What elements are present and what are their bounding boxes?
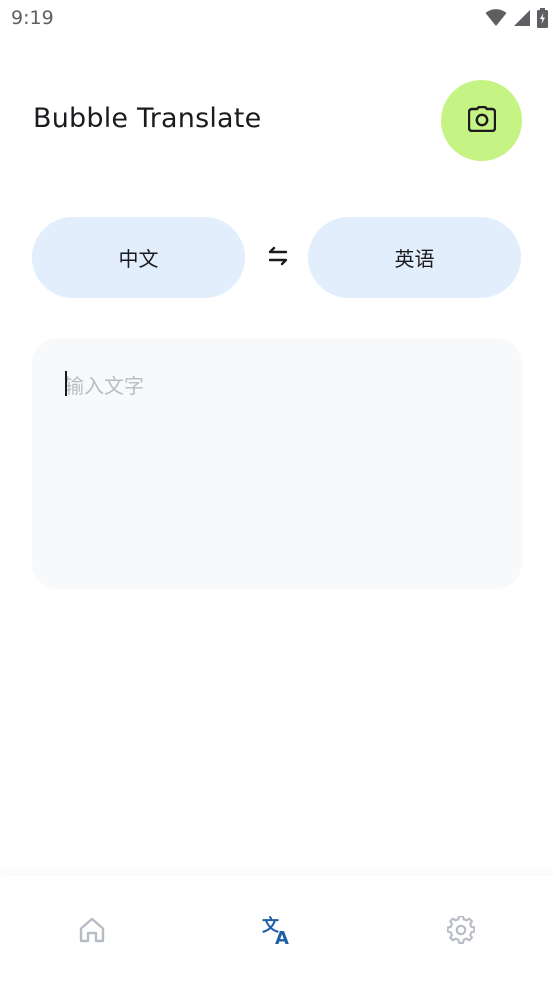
signal-icon — [513, 9, 531, 27]
target-language-label: 英语 — [394, 247, 435, 271]
source-text-input[interactable] — [64, 370, 494, 560]
camera-button[interactable] — [441, 80, 522, 161]
input-card — [32, 338, 522, 589]
svg-text:A: A — [275, 928, 289, 946]
wifi-icon — [485, 9, 507, 27]
text-caret — [65, 371, 67, 396]
nav-home[interactable] — [72, 912, 112, 952]
swap-arrows-icon — [267, 246, 289, 270]
status-time: 9:19 — [11, 7, 54, 29]
bottom-navigation: 文 A — [0, 876, 554, 984]
source-language-button[interactable]: 中文 — [32, 217, 245, 298]
battery-charging-icon — [537, 8, 548, 28]
camera-icon — [467, 105, 496, 136]
gear-icon — [446, 915, 476, 948]
swap-languages-button[interactable] — [262, 242, 294, 274]
home-icon — [78, 916, 106, 948]
translate-screen: 9:19 Bubble Translate 中文 英语 输入文字 文 A — [0, 0, 554, 984]
status-bar: 9:19 — [0, 0, 554, 40]
target-language-button[interactable]: 英语 — [308, 217, 521, 298]
source-language-label: 中文 — [118, 247, 159, 271]
translate-icon: 文 A — [261, 914, 293, 950]
nav-translate[interactable]: 文 A — [257, 912, 297, 952]
app-title: Bubble Translate — [33, 103, 262, 134]
nav-settings[interactable] — [441, 912, 481, 952]
status-icons — [485, 8, 548, 28]
